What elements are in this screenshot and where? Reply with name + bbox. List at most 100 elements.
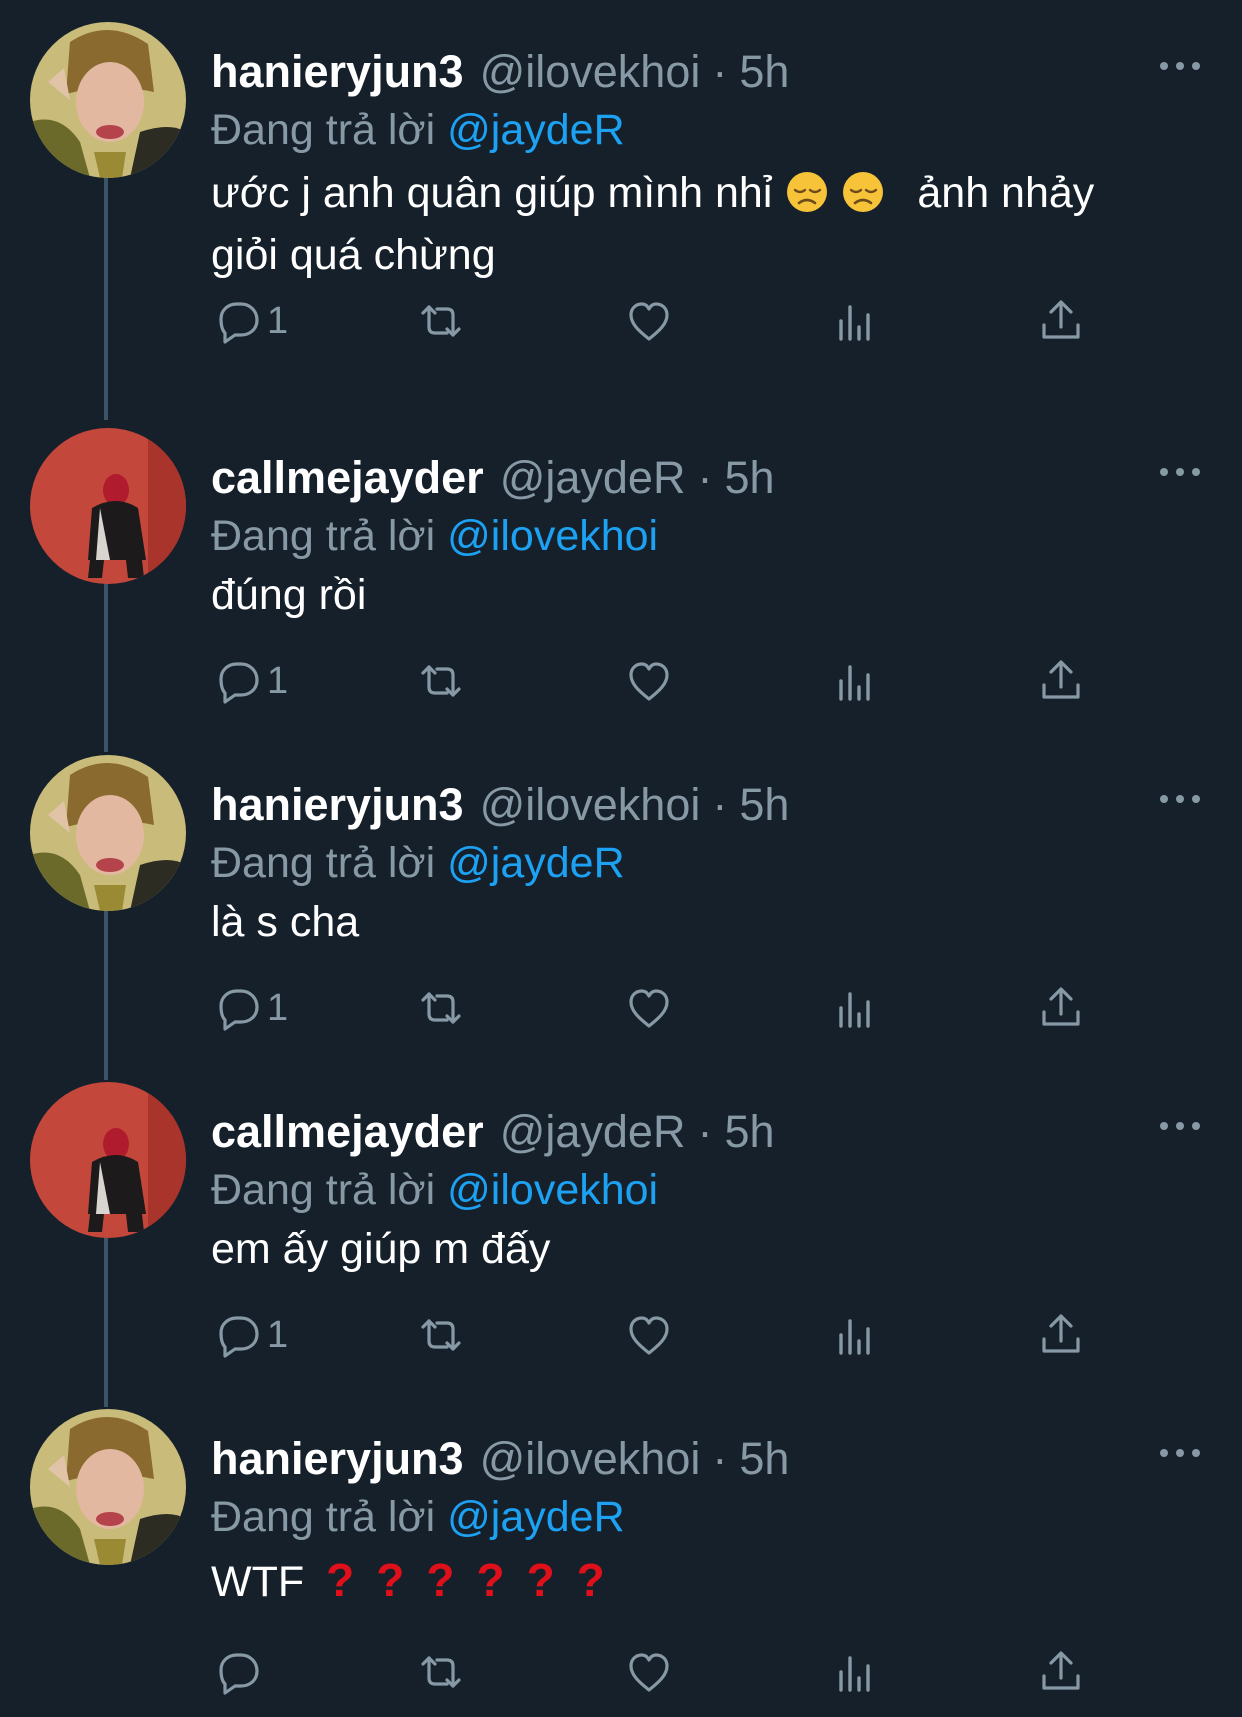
more-icon[interactable] <box>1160 56 1200 76</box>
avatar[interactable] <box>30 1082 186 1238</box>
share-icon <box>1042 987 1080 1026</box>
reply-button[interactable]: 1 <box>211 981 288 1035</box>
tweet-header: hanieryjun3 @ilovekhoi · 5h <box>211 44 789 100</box>
question-mark-emoji: ? <box>426 1554 455 1606</box>
tweet[interactable]: hanieryjun3 @ilovekhoi · 5h Đang trả lời… <box>0 1409 1242 1709</box>
like-button[interactable] <box>625 981 673 1035</box>
replying-to: Đang trả lời @ilovekhoi <box>211 1162 658 1218</box>
disappointed-face-emoji <box>786 171 829 213</box>
more-icon[interactable] <box>1160 462 1200 482</box>
share-button[interactable] <box>1037 654 1085 708</box>
reply-prefix: Đang trả lời <box>211 839 436 887</box>
retweet-button[interactable] <box>417 1645 465 1699</box>
tweet-actions: 1 <box>211 654 1091 708</box>
avatar[interactable] <box>30 22 186 178</box>
mention-link[interactable]: @ilovekhoi <box>447 512 658 560</box>
reply-count: 1 <box>267 1313 289 1356</box>
display-name[interactable]: callmejayder <box>211 450 484 506</box>
question-mark-emoji: ? <box>476 1554 505 1606</box>
reply-count: 1 <box>267 986 289 1029</box>
retweet-button[interactable] <box>417 981 465 1035</box>
analytics-icon <box>839 665 870 701</box>
like-button[interactable] <box>625 1308 673 1362</box>
reply-button[interactable]: 1 <box>211 1308 288 1362</box>
display-name[interactable]: hanieryjun3 <box>211 1431 464 1487</box>
username[interactable]: @jaydeR <box>500 1104 686 1160</box>
tweet-text: là s cha <box>211 898 360 946</box>
share-icon <box>1042 1651 1080 1690</box>
replying-to: Đang trả lời @ilovekhoi <box>211 508 658 564</box>
retweet-icon <box>421 992 461 1024</box>
avatar[interactable] <box>30 1409 186 1565</box>
display-name[interactable]: hanieryjun3 <box>211 777 464 833</box>
like-icon <box>629 1316 669 1355</box>
retweet-button[interactable] <box>417 1308 465 1362</box>
tweet-text-part: ảnh nhảy <box>917 169 1095 217</box>
tweet-header: callmejayder @jaydeR · 5h <box>211 1104 775 1160</box>
like-button[interactable] <box>625 294 673 348</box>
more-icon[interactable] <box>1160 789 1200 809</box>
reply-icon <box>219 1653 259 1695</box>
tweet[interactable]: callmejayder @jaydeR · 5h Đang trả lời @… <box>0 1082 1242 1372</box>
question-mark-emoji: ? <box>326 1554 355 1606</box>
like-button[interactable] <box>625 1645 673 1699</box>
analytics-button[interactable] <box>831 981 879 1035</box>
question-mark-emoji: ? <box>376 1554 405 1606</box>
share-button[interactable] <box>1037 981 1085 1035</box>
avatar[interactable] <box>30 755 186 911</box>
timestamp[interactable]: 5h <box>724 1104 774 1160</box>
reply-button[interactable]: 1 <box>211 294 288 348</box>
avatar[interactable] <box>30 428 186 584</box>
username[interactable]: @jaydeR <box>500 450 686 506</box>
retweet-button[interactable] <box>417 654 465 708</box>
replying-to: Đang trả lời @jaydeR <box>211 1489 625 1545</box>
reply-prefix: Đang trả lời <box>211 1493 436 1541</box>
disappointed-face-emoji <box>842 171 885 213</box>
share-button[interactable] <box>1037 294 1085 348</box>
analytics-button[interactable] <box>831 1308 879 1362</box>
tweet-actions <box>211 1645 1091 1699</box>
analytics-button[interactable] <box>831 294 879 348</box>
like-button[interactable] <box>625 654 673 708</box>
retweet-button[interactable] <box>417 294 465 348</box>
retweet-icon <box>421 305 461 337</box>
separator: · <box>697 452 713 503</box>
mention-link[interactable]: @jaydeR <box>447 1493 625 1541</box>
mention-link[interactable]: @ilovekhoi <box>447 1166 658 1214</box>
mention-link[interactable]: @jaydeR <box>447 106 625 154</box>
reply-icon <box>219 302 259 344</box>
reply-count: 1 <box>267 659 289 702</box>
replying-to: Đang trả lời @jaydeR <box>211 835 625 891</box>
timestamp[interactable]: 5h <box>739 1431 789 1487</box>
analytics-button[interactable] <box>831 654 879 708</box>
reply-button[interactable] <box>211 1645 267 1699</box>
share-button[interactable] <box>1037 1645 1085 1699</box>
separator: · <box>712 779 728 830</box>
share-icon <box>1042 660 1080 699</box>
analytics-button[interactable] <box>831 1645 879 1699</box>
timestamp[interactable]: 5h <box>724 450 774 506</box>
tweet[interactable]: hanieryjun3 @ilovekhoi · 5h Đang trả lời… <box>0 755 1242 1045</box>
username[interactable]: @ilovekhoi <box>480 777 701 833</box>
tweet[interactable]: callmejayder @jaydeR · 5h Đang trả lời @… <box>0 428 1242 718</box>
more-icon[interactable] <box>1160 1443 1200 1463</box>
username[interactable]: @ilovekhoi <box>480 44 701 100</box>
tweet-actions: 1 <box>211 294 1091 348</box>
reply-prefix: Đang trả lời <box>211 1166 436 1214</box>
mention-link[interactable]: @jaydeR <box>447 839 625 887</box>
timestamp[interactable]: 5h <box>739 777 789 833</box>
separator: · <box>712 1433 728 1484</box>
more-icon[interactable] <box>1160 1116 1200 1136</box>
reply-prefix: Đang trả lời <box>211 512 436 560</box>
tweet-text: WTF?????? <box>211 1549 1201 1613</box>
share-button[interactable] <box>1037 1308 1085 1362</box>
display-name[interactable]: hanieryjun3 <box>211 44 464 100</box>
username[interactable]: @ilovekhoi <box>480 1431 701 1487</box>
reply-button[interactable]: 1 <box>211 654 288 708</box>
reply-count: 1 <box>267 299 289 342</box>
display-name[interactable]: callmejayder <box>211 1104 484 1160</box>
tweet-text-part: ước j anh quân giúp mình nhỉ <box>211 169 773 217</box>
timestamp[interactable]: 5h <box>739 44 789 100</box>
tweet[interactable]: hanieryjun3 @ilovekhoi · 5h Đang trả lời… <box>0 22 1242 382</box>
tweet-header: callmejayder @jaydeR · 5h <box>211 450 775 506</box>
